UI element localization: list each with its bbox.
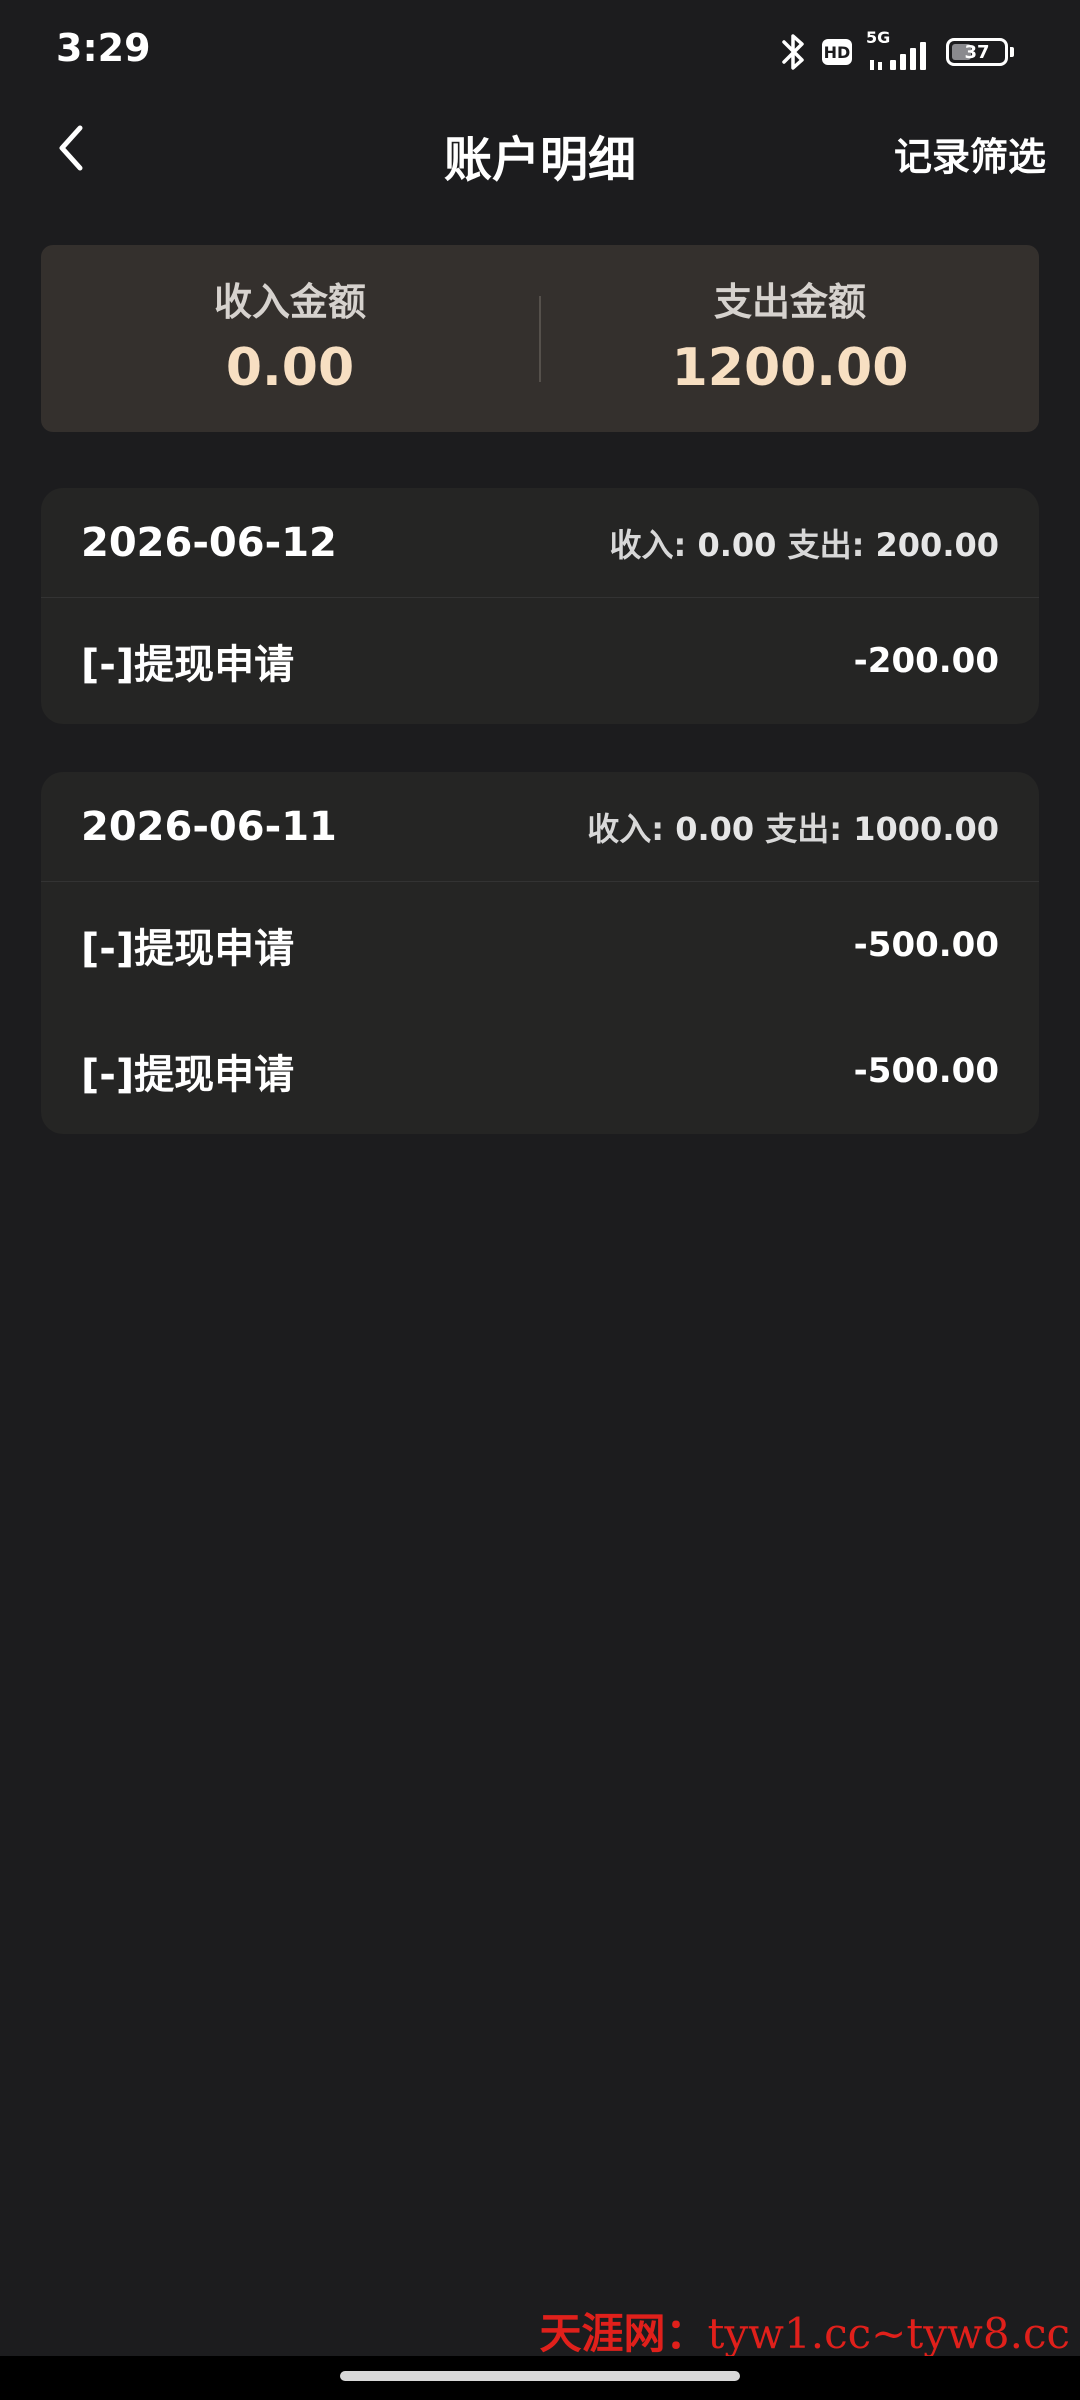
status-bar: 3:29 HD 5G 37 [0,0,1080,100]
record-filter-button[interactable]: 记录筛选 [894,126,1046,181]
battery-icon: 37 [946,38,1014,66]
bluetooth-icon [778,32,808,72]
record-amount: -500.00 [853,1051,999,1091]
battery-level: 37 [964,41,990,63]
home-indicator[interactable] [340,2371,740,2381]
day-expense-label: 支出: [787,525,865,564]
signal-icon: 5G [866,28,932,72]
expense-label: 支出金额 [713,279,866,324]
status-time: 3:29 [56,26,151,70]
record-amount: -200.00 [853,641,999,681]
day-expense-label: 支出: [765,809,843,848]
day-date: 2026-06-11 [81,803,337,850]
record-row[interactable]: [-]提现申请 -500.00 [41,882,1039,1008]
day-totals: 收入: 0.00 支出: 200.00 [610,520,999,566]
day-income-label: 收入: [609,525,687,564]
income-label: 收入金额 [213,279,366,324]
battery: 37 [946,38,1008,66]
day-income: 0.00 [697,525,777,564]
day-expense: 1000.00 [853,809,999,848]
day-totals: 收入: 0.00 支出: 1000.00 [587,804,999,850]
income-summary: 收入金额 0.00 [41,277,539,401]
day-date: 2026-06-12 [81,519,337,566]
day-group: 2026-06-11 收入: 0.00 支出: 1000.00 [-]提现申请 … [41,772,1039,1134]
summary-card: 收入金额 0.00 支出金额 1200.00 [41,245,1039,432]
day-income: 0.00 [675,809,755,848]
day-header: 2026-06-11 收入: 0.00 支出: 1000.00 [41,772,1039,882]
watermark-url: tyw1.cc~tyw8.cc [707,2309,1070,2358]
record-title: [-]提现申请 [81,1052,295,1098]
day-expense: 200.00 [875,525,999,564]
record-title: [-]提现申请 [81,642,295,688]
battery-cap [1010,47,1014,57]
record-row[interactable]: [-]提现申请 -200.00 [41,598,1039,724]
expense-summary: 支出金额 1200.00 [541,277,1039,401]
screen: 3:29 HD 5G 37 账户明细 记录筛选 收入金额 0.00 支出金额 1… [0,0,1080,2400]
watermark-cn: 天涯网： [539,2309,708,2358]
day-group: 2026-06-12 收入: 0.00 支出: 200.00 [-]提现申请 -… [41,488,1039,724]
nav-bar: 账户明细 记录筛选 [0,100,1080,200]
expense-value: 1200.00 [671,337,909,398]
record-amount: -500.00 [853,925,999,965]
income-value: 0.00 [225,337,355,398]
network-type-label: 5G [866,28,891,47]
record-row[interactable]: [-]提现申请 -500.00 [41,1008,1039,1134]
record-title: [-]提现申请 [81,926,295,972]
status-icons: HD 5G 37 [778,28,1014,74]
day-income-label: 收入: [587,809,665,848]
hd-icon: HD [822,39,852,65]
watermark: 天涯网：tyw1.cc~tyw8.cc [539,2300,1070,2361]
day-header: 2026-06-12 收入: 0.00 支出: 200.00 [41,488,1039,598]
